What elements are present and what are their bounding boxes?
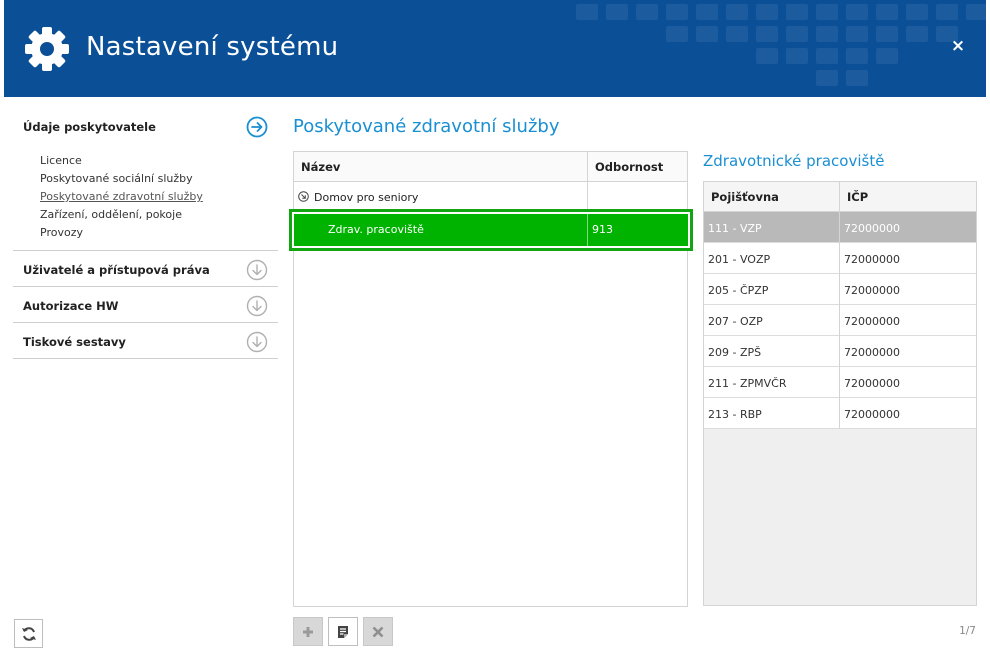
cell-pojistovna: 201 - VOZP (708, 253, 771, 266)
cell-icp: 72000000 (844, 222, 900, 235)
nav-subitems: Licence Poskytované sociální služby Posk… (13, 144, 278, 251)
delete-button[interactable] (363, 617, 393, 646)
table-row[interactable]: 211 - ZPMVČR 72000000 (704, 367, 976, 398)
nav-section-label: Tiskové sestavy (23, 335, 126, 349)
page-title: Poskytované zdravotní služby (293, 116, 560, 137)
window-title: Nastavení systému (86, 32, 339, 62)
settings-navigation: Údaje poskytovatele Licence Poskytované … (13, 108, 278, 359)
cell-pojistovna: 111 - VZP (708, 222, 762, 235)
arrow-down-circle-icon[interactable] (246, 295, 268, 317)
grid-header: Název Odbornost (294, 152, 687, 182)
nav-item-socialni-sluzby[interactable]: Poskytované sociální služby (40, 170, 278, 188)
nav-section-label: Uživatelé a přístupová práva (23, 263, 210, 277)
nav-section-label: Údaje poskytovatele (23, 120, 156, 134)
page-indicator: 1/7 (959, 625, 976, 637)
gear-icon (25, 27, 69, 71)
cell-icp: 72000000 (844, 284, 900, 297)
tree-row-odbornost: 913 (592, 223, 613, 236)
table-row[interactable]: 207 - OZP 72000000 (704, 305, 976, 336)
table-row[interactable]: 205 - ČPZP 72000000 (704, 274, 976, 305)
detail-title: Zdravotnické pracoviště (703, 152, 885, 170)
column-separator (587, 214, 588, 246)
nav-item-zarizeni[interactable]: Zařízení, oddělení, pokoje (40, 206, 278, 224)
cell-pojistovna: 209 - ZPŠ (708, 346, 762, 359)
cell-pojistovna: 207 - OZP (708, 315, 763, 328)
nav-item-zdravotni-sluzby[interactable]: Poskytované zdravotní služby (40, 188, 278, 206)
arrow-down-circle-icon[interactable] (246, 259, 268, 281)
refresh-icon (22, 627, 36, 641)
column-header-icp[interactable]: IČP (847, 190, 868, 204)
refresh-button[interactable] (14, 619, 43, 648)
collapse-circle-icon[interactable] (298, 191, 309, 202)
cell-icp: 72000000 (844, 253, 900, 266)
nav-item-licence[interactable]: Licence (40, 152, 278, 170)
nav-section-udaje-poskytovatele[interactable]: Údaje poskytovatele (13, 108, 278, 144)
column-separator (839, 182, 840, 429)
close-icon[interactable]: × (950, 38, 966, 55)
arrow-right-circle-icon[interactable] (246, 116, 268, 138)
arrow-down-circle-icon[interactable] (246, 331, 268, 353)
cell-pojistovna: 205 - ČPZP (708, 284, 769, 297)
add-button[interactable] (293, 617, 323, 646)
nav-section-autorizace-hw[interactable]: Autorizace HW (13, 287, 278, 323)
nav-section-uzivatele[interactable]: Uživatelé a přístupová práva (13, 251, 278, 287)
tree-row-zdrav-pracoviste[interactable]: Zdrav. pracoviště 913 (289, 209, 693, 251)
header-pattern (576, 4, 986, 86)
column-header-nazev[interactable]: Název (301, 160, 340, 174)
plus-icon (303, 627, 313, 637)
cell-icp: 72000000 (844, 377, 900, 390)
tree-row-label: Domov pro seniory (314, 191, 419, 204)
x-icon (372, 626, 384, 638)
cell-pojistovna: 213 - RBP (708, 408, 762, 421)
nav-section-tiskove-sestavy[interactable]: Tiskové sestavy (13, 323, 278, 359)
grid-header: Pojišťovna IČP (704, 182, 976, 212)
column-header-pojistovna[interactable]: Pojišťovna (711, 190, 779, 204)
tree-row-domov-pro-seniory[interactable]: Domov pro seniory (294, 182, 687, 211)
table-row[interactable]: 209 - ZPŠ 72000000 (704, 336, 976, 367)
cell-icp: 72000000 (844, 315, 900, 328)
cell-icp: 72000000 (844, 408, 900, 421)
insurance-grid: Pojišťovna IČP 111 - VZP 72000000 201 - … (703, 181, 977, 606)
column-header-odbornost[interactable]: Odbornost (595, 160, 663, 174)
document-edit-icon (338, 626, 348, 638)
window-header: Nastavení systému × (4, 0, 986, 97)
table-row[interactable]: 201 - VOZP 72000000 (704, 243, 976, 274)
edit-button[interactable] (328, 617, 358, 646)
cell-icp: 72000000 (844, 346, 900, 359)
cell-pojistovna: 211 - ZPMVČR (708, 377, 787, 390)
table-row[interactable]: 111 - VZP 72000000 (704, 212, 976, 243)
tree-row-label: Zdrav. pracoviště (328, 223, 424, 236)
nav-section-label: Autorizace HW (23, 299, 119, 313)
table-row[interactable]: 213 - RBP 72000000 (704, 398, 976, 429)
nav-item-provozy[interactable]: Provozy (40, 224, 278, 242)
